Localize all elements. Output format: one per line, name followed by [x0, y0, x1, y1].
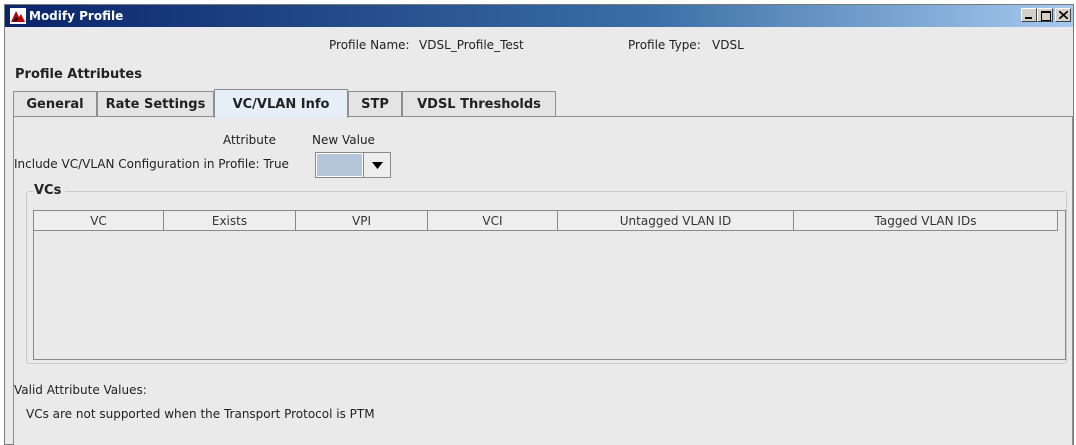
tab-rate-settings[interactable]: Rate Settings: [97, 91, 214, 117]
column-header-vpi[interactable]: VPI: [296, 211, 428, 231]
vcs-table[interactable]: VC Exists VPI VCI Untagged VLAN ID Tagge…: [33, 210, 1066, 360]
vcs-table-header: VC Exists VPI VCI Untagged VLAN ID Tagge…: [34, 211, 1058, 231]
profile-name-label: Profile Name:: [329, 38, 410, 52]
valid-values-label: Valid Attribute Values:: [14, 383, 147, 397]
tab-label: VDSL Thresholds: [417, 97, 541, 112]
tab-general[interactable]: General: [13, 91, 97, 117]
profile-attributes-title: Profile Attributes: [15, 67, 142, 82]
column-header-vc[interactable]: VC: [34, 211, 164, 231]
valid-values-message: VCs are not supported when the Transport…: [26, 407, 375, 421]
tab-label: VC/VLAN Info: [232, 96, 330, 112]
vc-vlan-panel: Attribute New Value Include VC/VLAN Conf…: [13, 116, 1073, 445]
tab-label: STP: [361, 97, 389, 112]
dropdown-selected-value: [317, 154, 362, 176]
profile-type-label: Profile Type:: [628, 38, 701, 52]
include-label-text: Include VC/VLAN Configuration in Profile…: [14, 157, 260, 171]
vcs-group-title: VCs: [34, 183, 66, 198]
attribute-column-header: Attribute: [223, 133, 276, 147]
title-bar[interactable]: Modify Profile: [5, 5, 1073, 27]
tab-label: Rate Settings: [105, 97, 206, 112]
tab-vdsl-thresholds[interactable]: VDSL Thresholds: [402, 91, 556, 117]
profile-name-value: VDSL_Profile_Test: [419, 38, 524, 52]
minimize-icon[interactable]: [1021, 8, 1037, 22]
window-controls: [1021, 8, 1071, 22]
modify-profile-window: Modify Profile Profile Name: VDSL_Profil…: [4, 4, 1074, 445]
close-icon[interactable]: [1055, 8, 1071, 22]
maximize-icon[interactable]: [1037, 8, 1053, 22]
app-logo-icon: [10, 8, 26, 24]
tab-stp[interactable]: STP: [348, 91, 402, 117]
tab-vc-vlan-info[interactable]: VC/VLAN Info: [214, 89, 348, 118]
new-value-column-header: New Value: [312, 133, 375, 147]
column-header-untagged-vlan-id[interactable]: Untagged VLAN ID: [558, 211, 794, 231]
tab-label: General: [26, 97, 84, 112]
dropdown-arrow-button[interactable]: [363, 153, 390, 177]
window-title: Modify Profile: [29, 9, 124, 23]
include-vc-vlan-dropdown[interactable]: [315, 152, 391, 178]
chevron-down-icon: [371, 161, 383, 169]
profile-type-value: VDSL: [712, 38, 744, 52]
column-header-exists[interactable]: Exists: [164, 211, 296, 231]
column-header-vci[interactable]: VCI: [428, 211, 558, 231]
include-current-value: True: [263, 157, 289, 171]
include-vc-vlan-label: Include VC/VLAN Configuration in Profile…: [14, 157, 289, 171]
column-header-tagged-vlan-ids[interactable]: Tagged VLAN IDs: [794, 211, 1058, 231]
